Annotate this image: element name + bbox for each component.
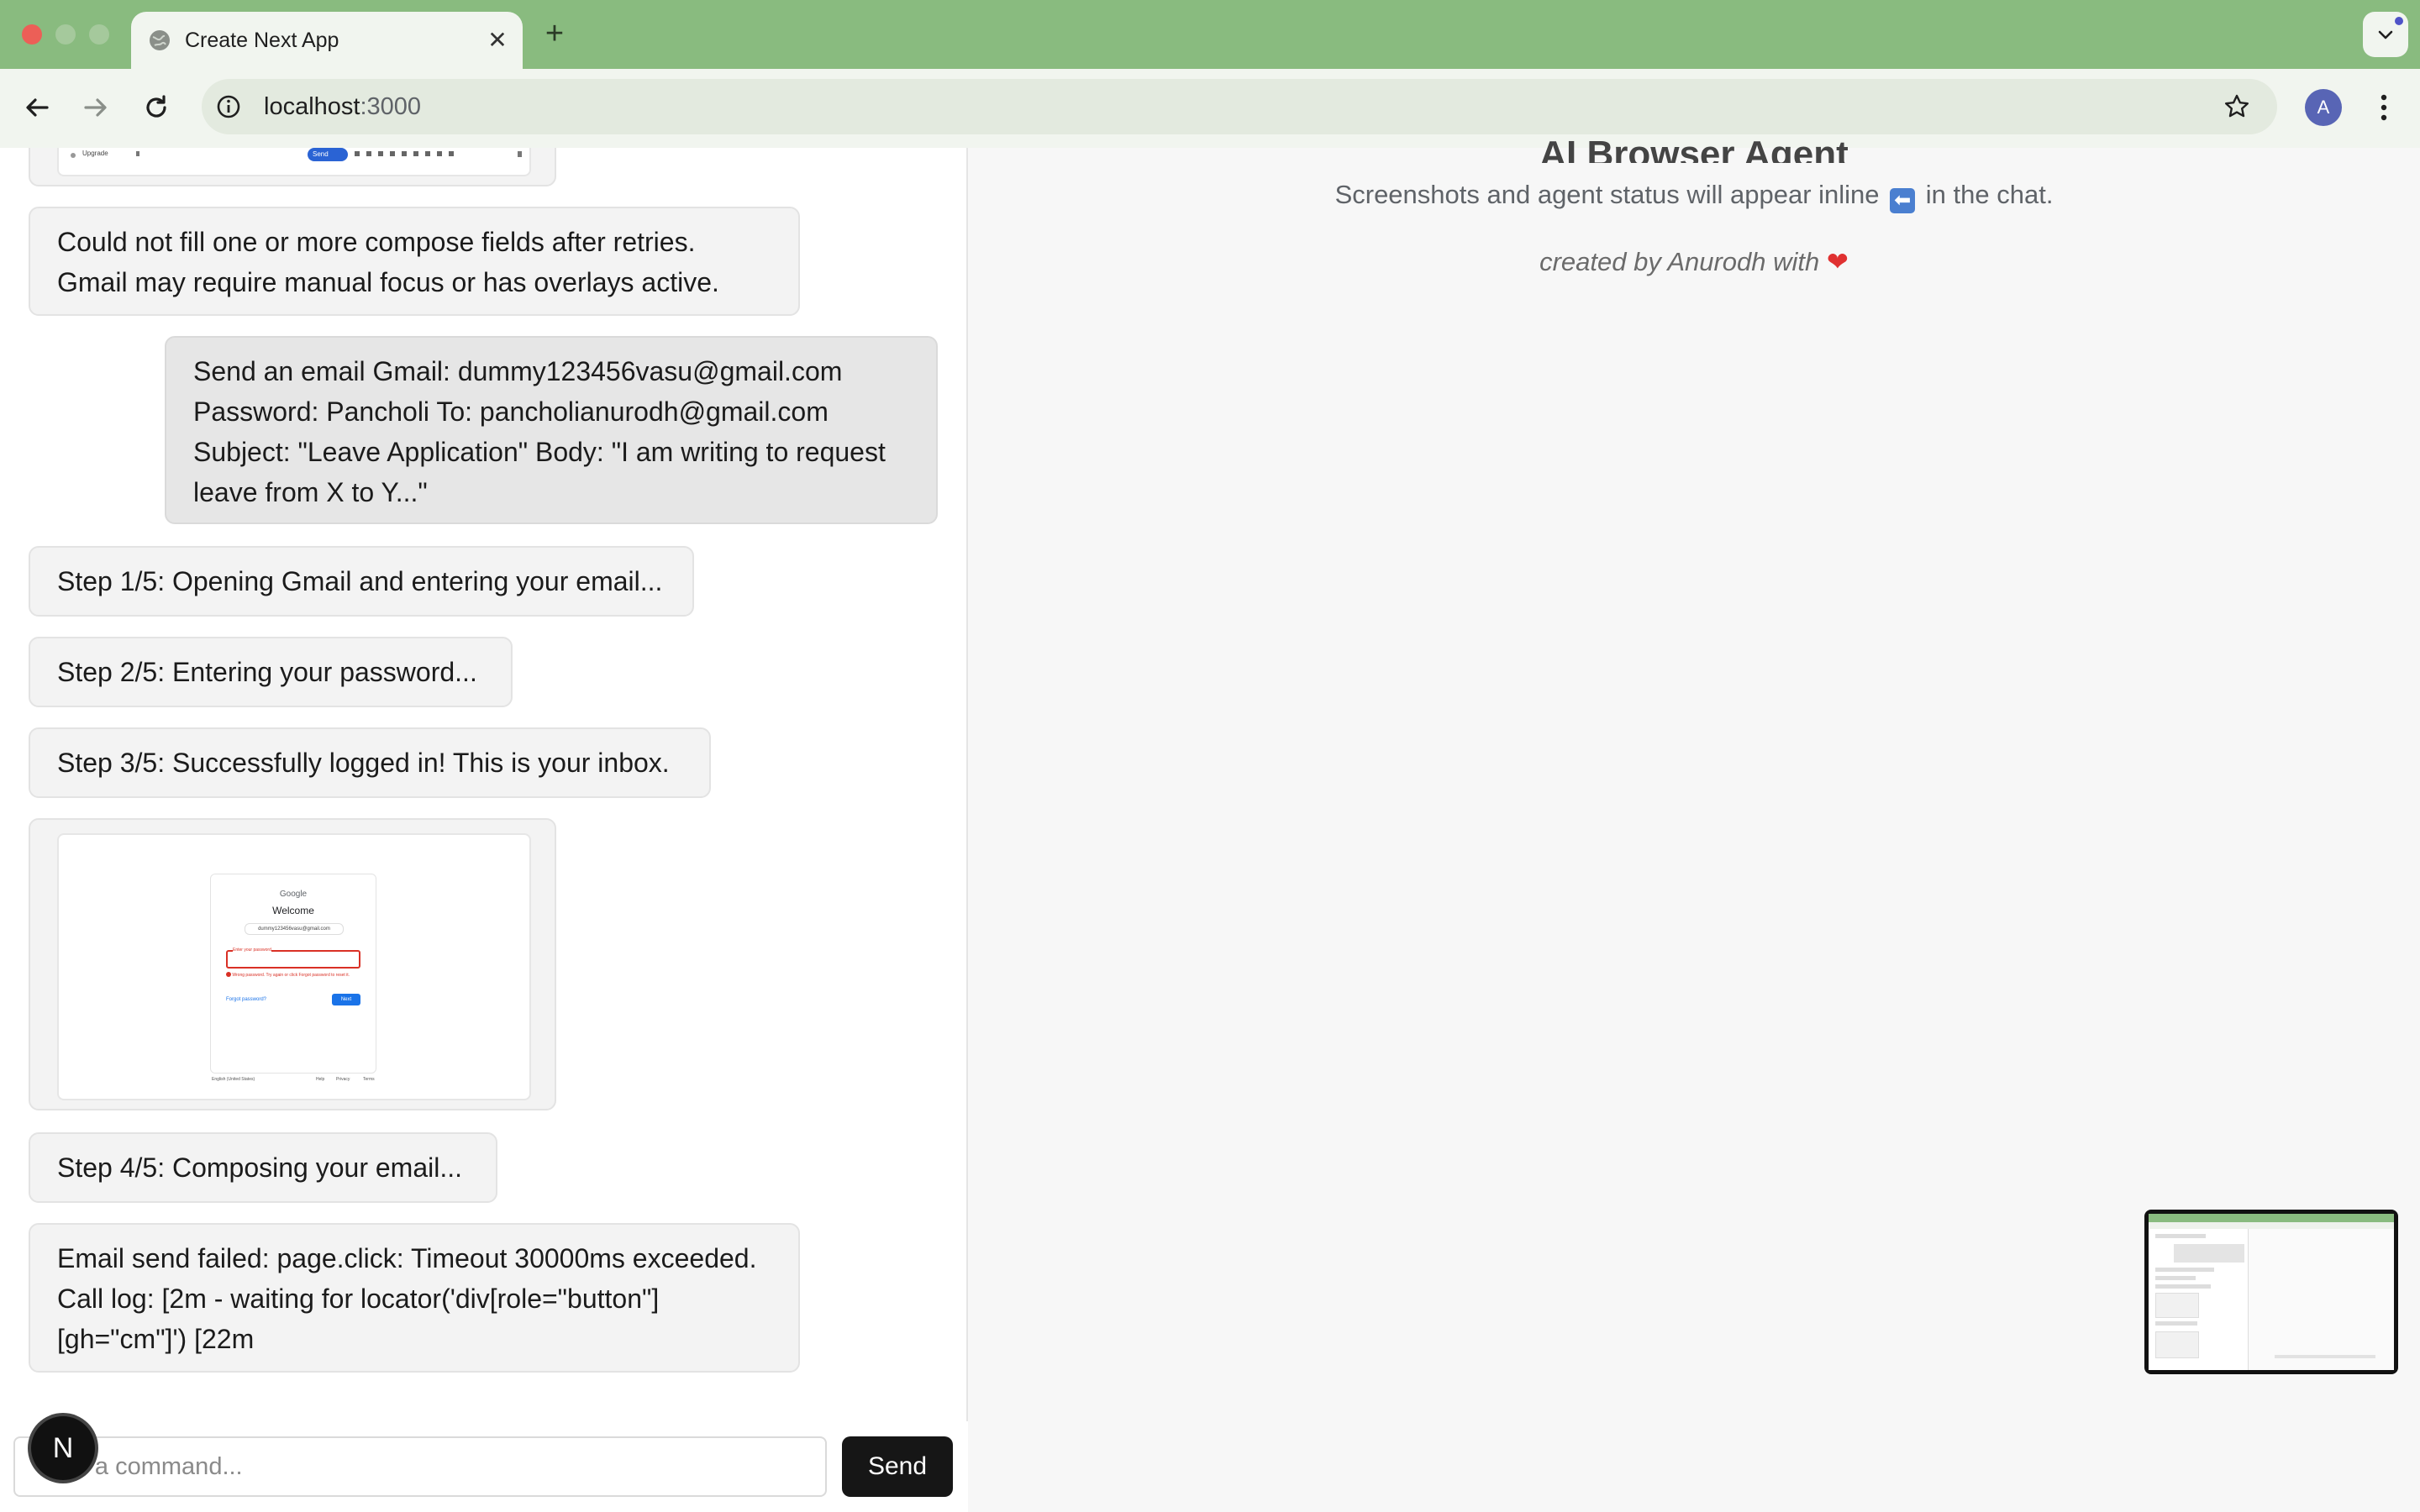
subtitle-text-end: in the chat.	[1925, 180, 2054, 209]
window-thumbnail[interactable]	[2144, 1210, 2398, 1374]
command-composer: Send	[0, 1421, 966, 1512]
message-line: Step 4/5: Composing your email...	[57, 1152, 463, 1183]
message-line: Subject: "Leave Application" Body: "I am…	[193, 437, 886, 467]
privacy-link: Privacy	[336, 1077, 350, 1082]
reload-icon[interactable]	[138, 89, 175, 126]
address-bar[interactable]: localhost:3000	[202, 79, 2277, 134]
message-line: Step 1/5: Opening Gmail and entering you…	[57, 566, 663, 596]
credit-text: created by Anurodh with	[1539, 247, 1820, 276]
site-info-icon[interactable]	[213, 92, 244, 122]
new-tab-button[interactable]: +	[538, 15, 571, 52]
forward-arrow-icon[interactable]	[77, 89, 114, 126]
credit-line: created by Anurodh with ❤	[968, 244, 2420, 281]
welcome-heading: Welcome	[272, 905, 314, 916]
next-button: Next	[332, 994, 360, 1005]
globe-icon	[150, 30, 170, 50]
browser-tab-bar: Create Next App ✕ +	[0, 0, 2420, 69]
agent-message: Step 4/5: Composing your email...	[29, 1132, 497, 1203]
command-input[interactable]	[13, 1436, 827, 1497]
tab-search-button[interactable]	[2363, 12, 2408, 57]
agent-error-message: Email send failed: page.click: Timeout 3…	[29, 1223, 800, 1373]
screenshot-card-top: Upgrade Send	[29, 148, 556, 186]
browser-tab[interactable]: Create Next App ✕	[131, 12, 523, 69]
message-line: Gmail may require manual focus or has ov…	[57, 267, 719, 297]
url-port: :3000	[360, 93, 422, 120]
heart-icon: ❤	[1826, 247, 1849, 276]
window-close-button[interactable]	[22, 24, 42, 45]
left-arrow-icon: ⬅	[1890, 188, 1916, 213]
app-title: AI Browser Agent	[1539, 138, 1849, 163]
password-error: Wrong password. Try again or click Forgo…	[226, 972, 374, 978]
account-chip: dummy123456vasu@gmail.com	[245, 923, 344, 935]
terms-link: Terms	[363, 1077, 375, 1082]
help-link: Help	[316, 1077, 325, 1082]
message-line: leave from X to Y..."	[193, 477, 428, 507]
tab-title: Create Next App	[185, 29, 339, 52]
browser-menu-icon[interactable]	[2371, 89, 2396, 126]
window-maximize-button[interactable]	[89, 24, 109, 45]
back-arrow-icon[interactable]	[18, 89, 55, 126]
nextjs-dev-badge[interactable]: N	[31, 1416, 95, 1480]
agent-message: Step 2/5: Entering your password...	[29, 637, 513, 707]
message-line: Step 2/5: Entering your password...	[57, 657, 477, 687]
google-logo: Google	[279, 890, 308, 899]
message-line: [gh="cm"]') [22m	[57, 1324, 255, 1354]
mini-send-button: Send	[308, 148, 348, 161]
send-button[interactable]: Send	[842, 1436, 953, 1497]
tab-close-icon[interactable]: ✕	[484, 27, 511, 54]
message-line: Email send failed: page.click: Timeout 3…	[57, 1243, 757, 1273]
notification-dot	[2395, 17, 2403, 25]
forgot-password-link: Forgot password?	[226, 997, 267, 1002]
language-select: English (United States)	[212, 1077, 255, 1082]
screenshot-card: Google Welcome dummy123456vasu@gmail.com…	[29, 818, 556, 1110]
message-line: Password: Pancholi To: pancholianurodh@g…	[193, 396, 829, 427]
window-minimize-button[interactable]	[55, 24, 76, 45]
screenshot-image[interactable]: Google Welcome dummy123456vasu@gmail.com…	[57, 833, 531, 1100]
user-message: Send an email Gmail: dummy123456vasu@gma…	[165, 336, 938, 524]
signin-card: Google Welcome dummy123456vasu@gmail.com…	[210, 874, 376, 1074]
profile-avatar[interactable]: A	[2305, 89, 2342, 126]
message-line: Call log: [2m - waiting for locator('div…	[57, 1284, 660, 1314]
message-line: Could not fill one or more compose field…	[57, 227, 696, 257]
url-text: localhost:3000	[264, 79, 421, 134]
chevron-down-icon	[2378, 30, 2393, 39]
agent-message: Could not fill one or more compose field…	[29, 207, 800, 316]
message-line: Step 3/5: Successfully logged in! This i…	[57, 748, 670, 778]
agent-message: Step 1/5: Opening Gmail and entering you…	[29, 546, 694, 617]
agent-message: Step 3/5: Successfully logged in! This i…	[29, 727, 711, 798]
subtitle-text: Screenshots and agent status will appear…	[1334, 180, 1880, 209]
screenshot-image-top: Upgrade Send	[57, 148, 531, 176]
url-host: localhost	[264, 93, 360, 120]
panel-subtitle: Screenshots and agent status will appear…	[968, 176, 2420, 213]
chat-panel[interactable]: Upgrade Send Could not fill one or more …	[0, 148, 968, 1421]
message-line: Send an email Gmail: dummy123456vasu@gma…	[193, 356, 843, 386]
thumbnail-preview	[2149, 1214, 2394, 1370]
password-field: Enter your password	[226, 948, 360, 969]
bookmark-star-icon[interactable]	[2222, 92, 2252, 122]
upgrade-label: Upgrade	[82, 150, 108, 157]
